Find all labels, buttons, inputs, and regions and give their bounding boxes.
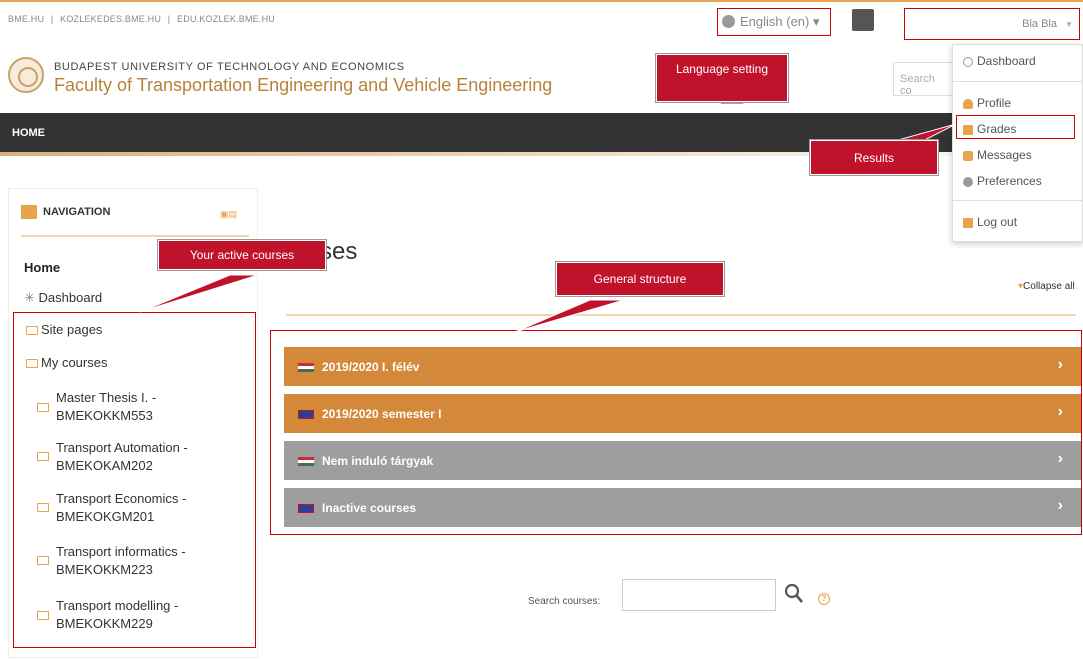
globe-icon bbox=[722, 15, 735, 28]
menu-item-messages[interactable]: Messages bbox=[963, 148, 1032, 168]
menu-item-logout[interactable]: Log out bbox=[963, 215, 1017, 235]
general-structure-callout: General structure bbox=[556, 262, 724, 296]
link-kozlekedes[interactable]: KOZLEKEDES.BME.HU bbox=[60, 14, 161, 24]
menu-divider bbox=[953, 200, 1083, 201]
grades-highlight bbox=[956, 115, 1075, 139]
logout-icon bbox=[963, 218, 973, 228]
navigation-title-text: NAVIGATION bbox=[43, 206, 111, 218]
language-label: English (en) ▾ bbox=[740, 14, 820, 29]
user-name: Bla Bla bbox=[1022, 18, 1057, 30]
header-search-input[interactable]: Search co bbox=[893, 62, 953, 97]
block-controls-icon[interactable]: ▣▤ bbox=[220, 209, 237, 220]
link-edu[interactable]: EDU.KOZLEK.BME.HU bbox=[177, 14, 275, 24]
menu-item-label: Preferences bbox=[977, 174, 1042, 188]
dashboard-icon bbox=[963, 57, 973, 67]
link-bme[interactable]: BME.HU bbox=[8, 14, 44, 24]
general-structure-highlight bbox=[270, 330, 1082, 535]
navigation-icon bbox=[21, 205, 37, 219]
search-courses-input[interactable] bbox=[622, 579, 776, 611]
nav-item-label: Dashboard bbox=[38, 290, 103, 305]
link-separator: | bbox=[167, 14, 171, 24]
avatar[interactable] bbox=[852, 9, 874, 31]
search-icon[interactable] bbox=[784, 583, 804, 605]
user-icon bbox=[963, 99, 973, 109]
nav-item-home[interactable]: Home bbox=[24, 260, 60, 275]
navigation-divider bbox=[21, 235, 249, 237]
results-callout: Results bbox=[810, 140, 938, 175]
top-links: BME.HU | KOZLEKEDES.BME.HU | EDU.KOZLEK.… bbox=[8, 14, 279, 24]
help-icon[interactable]: ? bbox=[818, 593, 830, 605]
active-courses-highlight bbox=[13, 312, 256, 648]
link-separator: | bbox=[50, 14, 54, 24]
nav-home-link[interactable]: HOME bbox=[12, 127, 45, 139]
menu-item-preferences[interactable]: Preferences bbox=[963, 174, 1042, 194]
active-courses-callout: Your active courses bbox=[158, 240, 326, 270]
university-logo[interactable] bbox=[8, 57, 44, 93]
dashboard-icon: ✳ bbox=[24, 290, 35, 305]
menu-item-label: Log out bbox=[977, 215, 1018, 229]
language-callout: Language setting bbox=[656, 54, 788, 102]
university-name: BUDAPEST UNIVERSITY OF TECHNOLOGY AND EC… bbox=[54, 61, 405, 73]
site-header: BUDAPEST UNIVERSITY OF TECHNOLOGY AND EC… bbox=[0, 44, 1083, 112]
message-icon bbox=[963, 151, 973, 161]
menu-item-label: Dashboard bbox=[977, 54, 1036, 68]
caret-down-icon: ▼ bbox=[1065, 20, 1073, 29]
gear-icon bbox=[963, 177, 973, 187]
nav-item-dashboard[interactable]: ✳ Dashboard bbox=[24, 290, 102, 306]
faculty-name[interactable]: Faculty of Transportation Engineering an… bbox=[54, 75, 552, 96]
menu-divider bbox=[953, 81, 1083, 82]
user-menu-toggle[interactable]: Bla Bla ▼ bbox=[904, 8, 1080, 40]
navigation-title: NAVIGATION bbox=[21, 205, 111, 219]
main-divider bbox=[286, 314, 1076, 316]
menu-item-profile[interactable]: Profile bbox=[963, 96, 1011, 116]
collapse-all-link[interactable]: Collapse all bbox=[1018, 281, 1075, 292]
menu-item-dashboard[interactable]: Dashboard bbox=[963, 54, 1036, 74]
menu-item-label: Profile bbox=[977, 96, 1012, 110]
menu-item-label: Messages bbox=[977, 148, 1032, 162]
user-dropdown-menu: Dashboard Profile Grades Messages Prefer… bbox=[952, 44, 1083, 242]
language-selector[interactable]: English (en) ▾ bbox=[717, 8, 831, 36]
search-courses-label: Search courses: bbox=[528, 596, 601, 607]
